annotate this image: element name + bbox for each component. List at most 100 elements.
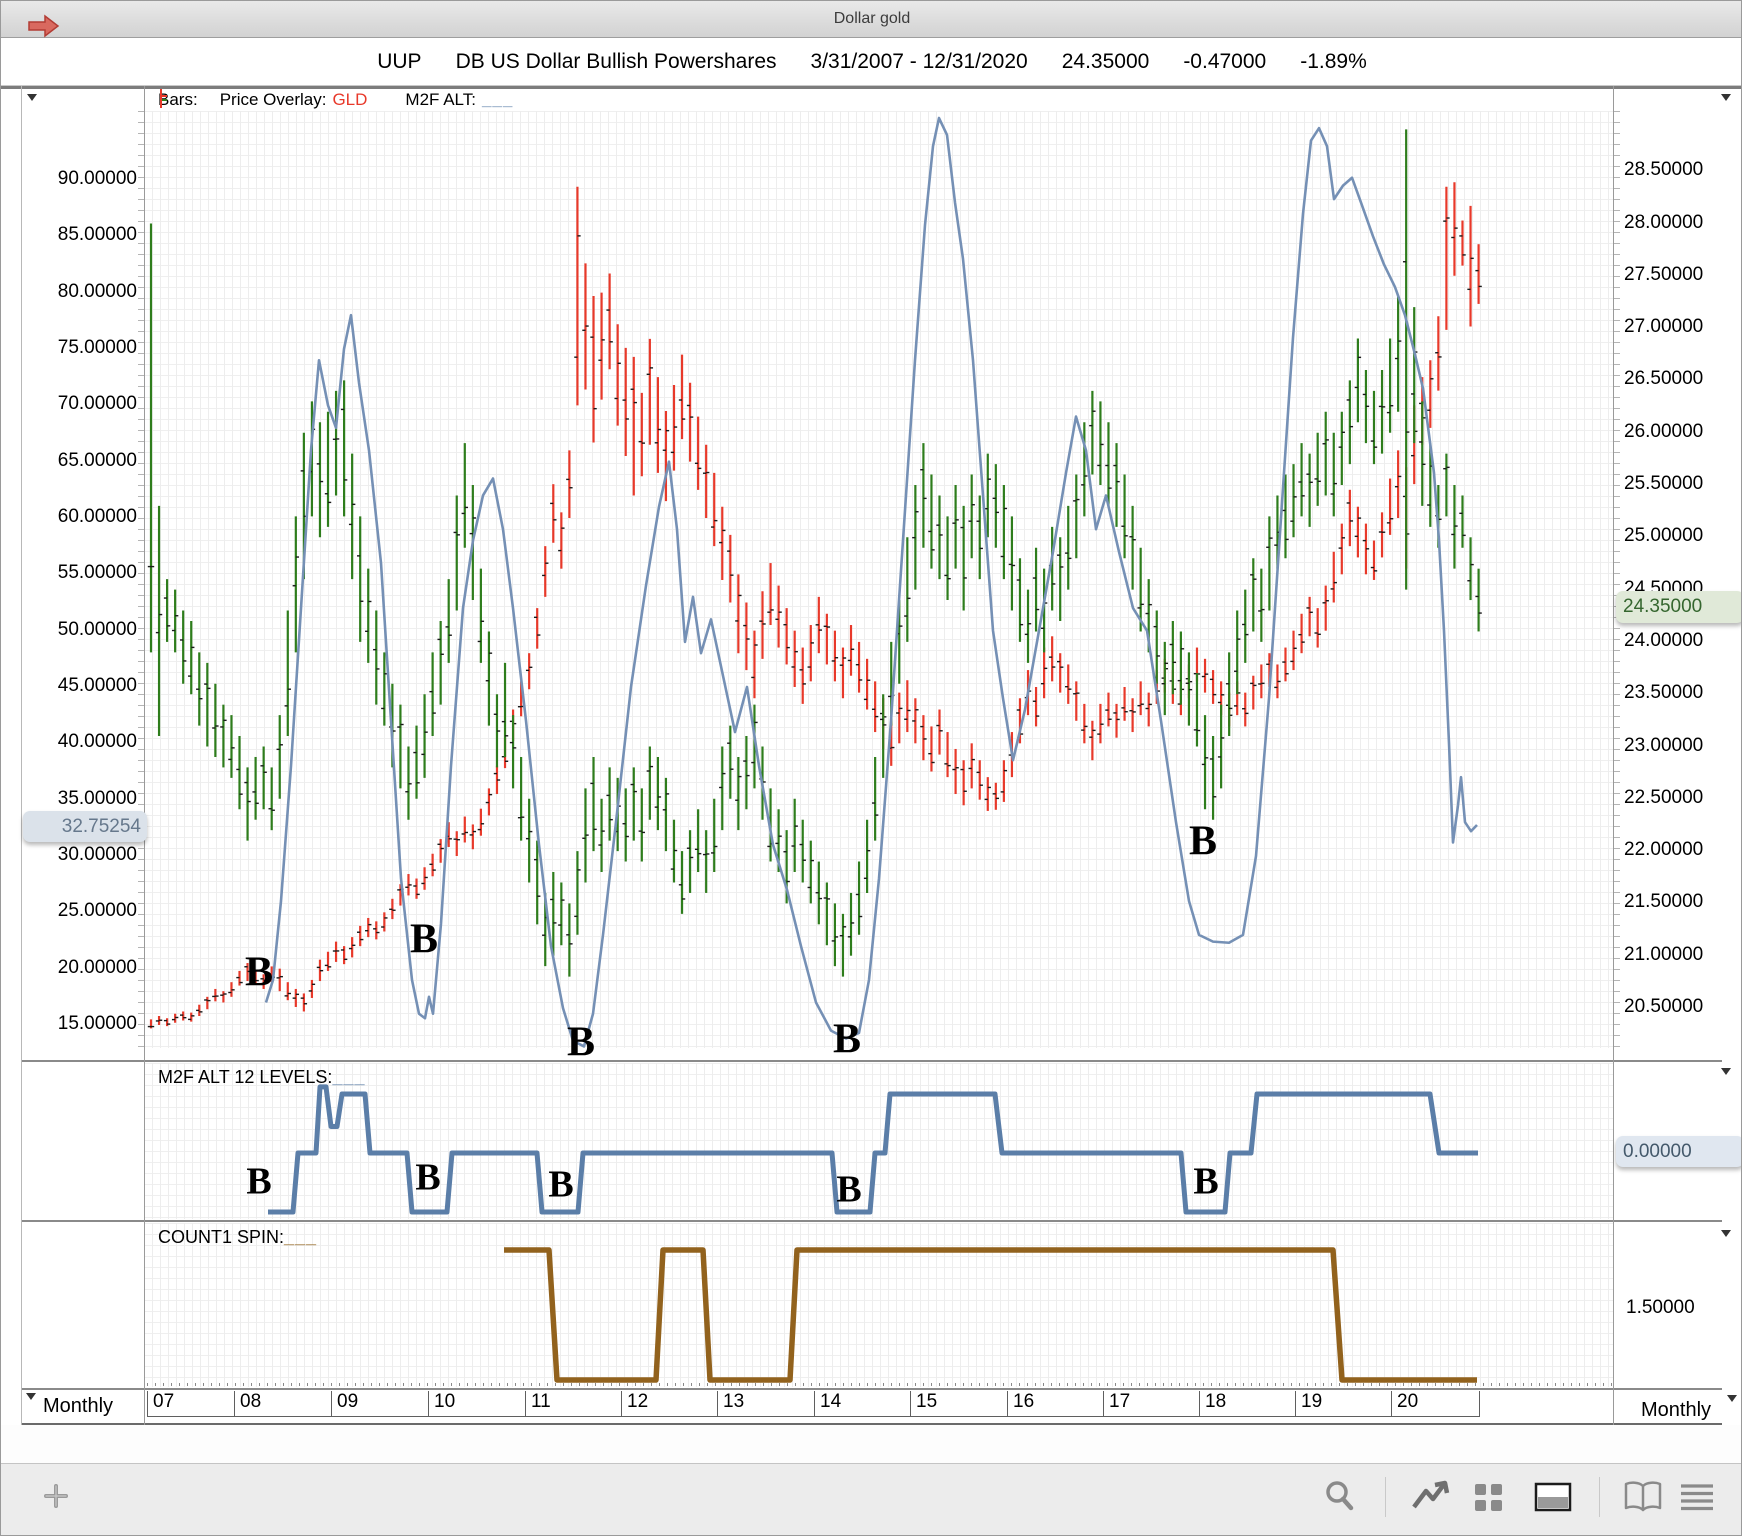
header-percent: -1.89% <box>1300 49 1367 73</box>
title-bar[interactable]: Dollar gold <box>1 1 1741 38</box>
left-axis-label: 55.00000 <box>57 562 137 584</box>
count1-steps-canvas <box>504 1247 1477 1383</box>
timeframe-selector-left[interactable]: Monthly <box>43 1395 113 1418</box>
year-label-12: 12 <box>621 1391 717 1417</box>
right-axis-ticks <box>1614 111 1620 1048</box>
count1-panel-plot[interactable] <box>144 1223 1613 1387</box>
left-axis-label: 70.00000 <box>57 393 137 415</box>
m2f-dropdown-icon[interactable] <box>1721 1068 1731 1075</box>
year-row-end <box>1479 1391 1485 1417</box>
count1-dropdown-icon[interactable] <box>1721 1230 1731 1237</box>
right-axis-label: 26.00000 <box>1624 420 1704 442</box>
plot-right-border <box>1613 86 1614 1425</box>
left-axis-label: 15.00000 <box>57 1013 137 1034</box>
m2f-panel-label[interactable]: M2F ALT 12 LEVELS:___ <box>158 1067 365 1088</box>
timeframe-selector-right[interactable]: Monthly <box>1641 1399 1711 1422</box>
left-axis-label: 20.00000 <box>57 956 137 978</box>
year-label-10: 10 <box>428 1391 525 1417</box>
left-axis-label: 25.00000 <box>57 900 137 922</box>
left-axis-label: 60.00000 <box>57 505 137 527</box>
left-axis-label: 50.00000 <box>57 618 137 640</box>
chart-controls[interactable]: Bars: Price Overlay: GLD M2F ALT: ___ <box>158 89 1358 111</box>
left-axis-label: 65.00000 <box>57 449 137 471</box>
divider-m2f-count <box>21 1220 1722 1222</box>
right-axis-label: 21.00000 <box>1624 943 1704 965</box>
indicator-value[interactable]: ___ <box>482 90 513 110</box>
right-axis-label: 27.00000 <box>1624 316 1704 338</box>
right-axis-label: 25.00000 <box>1624 525 1704 547</box>
year-label-09: 09 <box>331 1391 428 1417</box>
left-axis-label: 80.00000 <box>57 280 137 302</box>
year-label-15: 15 <box>910 1391 1007 1417</box>
year-label-20: 20 <box>1391 1391 1479 1417</box>
left-axis-label: 40.00000 <box>57 731 137 753</box>
chart-header: UUP DB US Dollar Bullish Powershares 3/3… <box>1 38 1741 85</box>
year-label-11: 11 <box>525 1391 621 1417</box>
left-axis-label: 85.00000 <box>57 224 137 246</box>
right-axis-label: 25.50000 <box>1624 473 1704 494</box>
header-last-price: 24.35000 <box>1061 49 1150 73</box>
b-annotation-m2f: B <box>415 1156 441 1199</box>
count1-panel-label[interactable]: COUNT1 SPIN:___ <box>158 1227 317 1248</box>
app-window: Dollar gold UUP DB US Dollar Bullish Pow… <box>0 0 1742 1536</box>
left-axis-label: 45.00000 <box>57 674 137 696</box>
b-annotation-m2f: B <box>548 1163 574 1206</box>
m2f-axis-highlight: 0.00000 <box>1616 1136 1741 1167</box>
xaxis-tickmarks <box>147 1383 1613 1386</box>
year-label-19: 19 <box>1295 1391 1391 1417</box>
left-axis-label: 90.00000 <box>57 167 137 189</box>
right-axis-highlight: 24.35000 <box>1616 591 1741 623</box>
right-axis-label: 22.50000 <box>1624 786 1704 808</box>
year-label-18: 18 <box>1199 1391 1295 1417</box>
b-annotation-m2f: B <box>1193 1160 1219 1203</box>
toolbar-separator <box>1385 1477 1386 1517</box>
content-left-border <box>21 86 22 1425</box>
header-symbol: UUP <box>377 49 422 73</box>
year-label-14: 14 <box>814 1391 910 1417</box>
toolbar-separator-2 <box>1599 1477 1600 1517</box>
plot-left-border <box>144 86 145 1425</box>
divider-count-xaxis <box>21 1388 1722 1390</box>
window-title: Dollar gold <box>833 10 911 27</box>
timeframe-right-dropdown-icon[interactable] <box>1727 1395 1737 1402</box>
count1-axis-label: 1.50000 <box>1626 1297 1695 1318</box>
timeframe-left-dropdown-icon[interactable] <box>26 1393 36 1400</box>
divider-main-m2f <box>21 1060 1722 1062</box>
year-label-08: 08 <box>234 1391 331 1417</box>
right-axis-label: 28.00000 <box>1624 211 1704 233</box>
header-date-range: 3/31/2007 - 12/31/2020 <box>810 49 1028 73</box>
b-annotation: B <box>832 1016 862 1063</box>
header-name: DB US Dollar Bullish Powershares <box>455 49 777 73</box>
year-label-13: 13 <box>717 1391 814 1417</box>
overlay-label[interactable]: Price Overlay: <box>220 90 327 110</box>
right-axis-label: 23.00000 <box>1624 734 1704 756</box>
right-axis-label: 21.50000 <box>1624 891 1704 913</box>
b-annotation: B <box>566 1019 596 1066</box>
right-axis-label: 24.00000 <box>1624 629 1704 651</box>
chart-dropdown-icon[interactable] <box>27 94 37 101</box>
b-annotation: B <box>1188 818 1218 865</box>
main-chart-plot[interactable] <box>144 111 1613 1048</box>
b-annotation-m2f: B <box>836 1168 862 1211</box>
right-axis-label: 23.50000 <box>1624 682 1704 704</box>
year-label-16: 16 <box>1007 1391 1103 1417</box>
right-axis-label: 26.50000 <box>1624 368 1704 390</box>
main-chart-canvas <box>147 116 1482 1048</box>
left-axis-label: 30.00000 <box>57 843 137 865</box>
right-axis-label: 28.50000 <box>1624 159 1704 181</box>
right-axis-label: 27.50000 <box>1624 263 1704 285</box>
xaxis-year-row: 07 08 09 10 11 12 13 14 15 16 17 18 19 20 <box>144 1391 1613 1423</box>
year-label-07: 07 <box>147 1391 234 1417</box>
left-axis-label: 35.00000 <box>57 787 137 809</box>
left-axis-label: 75.00000 <box>57 336 137 358</box>
right-axis-label: 22.00000 <box>1624 839 1704 861</box>
left-axis-highlight: 32.75254 <box>23 811 147 842</box>
bottom-gap <box>1 1425 1741 1463</box>
b-annotation: B <box>409 916 439 963</box>
indicator-label[interactable]: M2F ALT: <box>405 90 476 110</box>
chart-dropdown-right-icon[interactable] <box>1721 94 1731 101</box>
b-annotation: B <box>244 949 274 996</box>
header-change: -0.47000 <box>1183 49 1267 73</box>
overlay-symbol[interactable]: GLD <box>332 90 367 110</box>
year-label-17: 17 <box>1103 1391 1199 1417</box>
